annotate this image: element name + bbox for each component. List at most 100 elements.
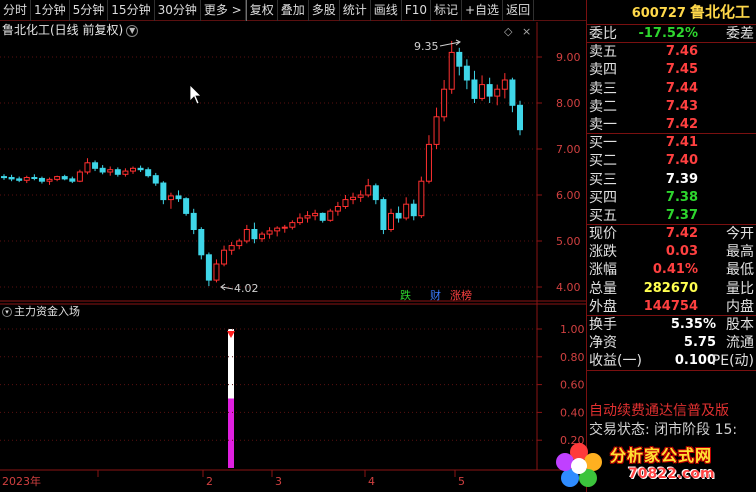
candle-body bbox=[319, 212, 326, 221]
indicator-title[interactable]: ▾ 主力资金入场 bbox=[2, 305, 80, 319]
month-tick: 4 bbox=[368, 475, 375, 488]
candle-body bbox=[107, 169, 114, 173]
promo-link[interactable]: 自动续费通达信普及版 bbox=[589, 400, 729, 420]
weibi-row: 委比 -17.52% 委差 bbox=[587, 25, 756, 44]
multi-stock-button[interactable]: 多股 bbox=[309, 0, 340, 21]
tab-15min[interactable]: 15分钟 bbox=[108, 0, 155, 21]
close-icon[interactable]: × bbox=[522, 25, 531, 38]
candle-body bbox=[334, 206, 341, 212]
chart-title[interactable]: 鲁北化工(日线 前复权) ▼ bbox=[2, 22, 139, 38]
candle-body bbox=[365, 185, 372, 196]
high-annotation: 9.35 bbox=[414, 39, 461, 53]
bid-price: 7.41 bbox=[665, 135, 698, 151]
add-watchlist-button[interactable]: +自选 bbox=[462, 0, 504, 21]
price-tick-label: 7.00 bbox=[556, 143, 581, 156]
chevron-down-icon[interactable]: ▼ bbox=[126, 24, 139, 37]
tab-fenshi[interactable]: 分时 bbox=[0, 0, 32, 21]
fin-label: 换手 bbox=[589, 317, 617, 333]
indicator-axis: 0.200.400.600.801.00 bbox=[0, 323, 585, 447]
badge-die[interactable]: 跌 bbox=[400, 288, 411, 302]
fin-row: 收益(一) 0.100 PE(动) bbox=[587, 352, 756, 371]
quote-value: 282670 bbox=[643, 280, 698, 296]
fuquan-button[interactable]: 复权 bbox=[245, 0, 278, 21]
stats-button[interactable]: 统计 bbox=[340, 0, 371, 21]
toolbar: 分时 1分钟 5分钟 15分钟 30分钟 更多 > 复权 叠加 多股 统计 画线… bbox=[0, 0, 590, 21]
fin-stats: 换手 5.35% 股本 净资 5.75 流通 收益(一) 0.100 PE(动) bbox=[587, 316, 756, 371]
quote-row: 涨跌 0.03 最高 bbox=[587, 243, 756, 261]
candle-body bbox=[425, 143, 432, 182]
overlay-button[interactable]: 叠加 bbox=[278, 0, 309, 21]
candle-body bbox=[228, 245, 235, 251]
quote-label2: 内盘 bbox=[726, 298, 754, 315]
quote-value: 7.42 bbox=[665, 226, 698, 242]
candle-body bbox=[448, 51, 455, 90]
indicator-name: 主力资金入场 bbox=[14, 305, 80, 318]
candle-body bbox=[479, 84, 486, 99]
bid-row: 买一 7.41 bbox=[587, 134, 756, 152]
quote-label: 涨幅 bbox=[589, 262, 617, 279]
candle-body bbox=[410, 203, 417, 217]
ask-book: 卖五 7.46 卖四 7.45 卖三 7.44 卖二 7.43 卖一 7.42 bbox=[587, 43, 756, 135]
month-tick: 2 bbox=[206, 475, 213, 488]
fin-value: 5.75 bbox=[683, 335, 716, 351]
candle-body bbox=[418, 180, 425, 217]
quote-label2: 今开 bbox=[726, 226, 754, 243]
weicha-label: 委差 bbox=[726, 26, 754, 42]
candle-body bbox=[372, 185, 379, 201]
event-badges[interactable]: 跌 财 涨榜 bbox=[400, 288, 472, 302]
fin-row: 净资 5.75 流通 bbox=[587, 334, 756, 352]
quote-label2: 最高 bbox=[726, 244, 754, 261]
ask-row: 卖四 7.45 bbox=[587, 61, 756, 79]
panel-header: 600727 鲁北化工 bbox=[587, 0, 756, 25]
candle-body bbox=[84, 162, 91, 173]
bid-label: 买二 bbox=[589, 153, 617, 170]
time-axis: 2023年 2 3 4 5 bbox=[2, 470, 465, 488]
tab-1min[interactable]: 1分钟 bbox=[31, 0, 70, 21]
candle-body bbox=[38, 177, 45, 182]
candle-body bbox=[46, 178, 53, 182]
mouse-cursor-icon bbox=[189, 84, 202, 105]
price-tick-label: 8.00 bbox=[556, 97, 581, 110]
candle-body bbox=[167, 195, 174, 201]
bid-label: 买三 bbox=[589, 171, 617, 188]
back-button[interactable]: 返回 bbox=[503, 0, 535, 21]
candle-body bbox=[114, 169, 121, 175]
quote-label: 外盘 bbox=[589, 298, 617, 315]
candle-body bbox=[395, 212, 402, 219]
quote-panel: 600727 鲁北化工 委比 -17.52% 委差 卖五 7.46 卖四 7.45 卖三 7… bbox=[586, 0, 756, 492]
bid-label: 买一 bbox=[589, 135, 617, 152]
candle-body bbox=[31, 177, 38, 180]
quote-value: 144754 bbox=[643, 298, 698, 314]
watermark-text: 分析家公式网 bbox=[610, 446, 713, 465]
candle-body bbox=[486, 84, 493, 97]
f10-button[interactable]: F10 bbox=[402, 0, 431, 21]
candle-body bbox=[99, 167, 106, 173]
draw-line-button[interactable]: 画线 bbox=[371, 0, 402, 21]
badge-zhangbang[interactable]: 涨榜 bbox=[450, 288, 472, 302]
candle-body bbox=[289, 222, 296, 228]
month-tick: 5 bbox=[458, 475, 465, 488]
fin-value: 0.100 bbox=[674, 353, 716, 369]
bid-row: 买三 7.39 bbox=[587, 171, 756, 189]
quote-row: 外盘 144754 内盘 bbox=[587, 298, 756, 316]
more-button[interactable]: 更多 > bbox=[201, 0, 246, 21]
indicator-tick-label: 0.40 bbox=[560, 406, 585, 419]
candle-body bbox=[213, 263, 220, 281]
mark-button[interactable]: 标记 bbox=[431, 0, 462, 21]
quote-label2: 量比 bbox=[726, 280, 754, 297]
diamond-icon[interactable]: ◇ bbox=[504, 25, 513, 38]
indicator-toggle-icon[interactable]: ▾ bbox=[2, 307, 12, 317]
candle-body bbox=[463, 65, 470, 81]
candle-body bbox=[281, 226, 288, 229]
candle-body bbox=[501, 79, 508, 90]
candle-body bbox=[380, 199, 387, 231]
tab-5min[interactable]: 5分钟 bbox=[70, 0, 109, 21]
candle-body bbox=[494, 88, 501, 97]
quote-value: 0.03 bbox=[665, 244, 698, 260]
fin-label2: PE(动) bbox=[711, 353, 754, 370]
chart-controls[interactable]: ◇ × bbox=[504, 25, 531, 38]
ask-label: 卖二 bbox=[589, 98, 617, 115]
badge-cai[interactable]: 财 bbox=[430, 288, 441, 302]
tab-30min[interactable]: 30分钟 bbox=[155, 0, 201, 21]
bid-price: 7.39 bbox=[665, 171, 698, 187]
